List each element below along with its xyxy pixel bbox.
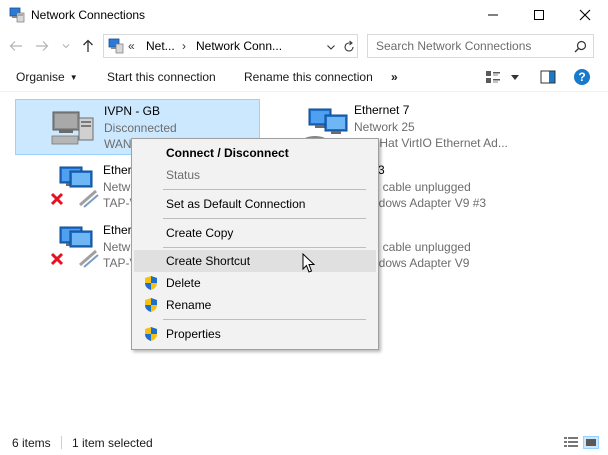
disconnected-error-icon — [50, 252, 64, 266]
breadcrumb-item[interactable]: Net... — [146, 39, 175, 53]
status-bar: 6 items 1 item selected — [0, 430, 608, 455]
menu-item-set-default[interactable]: Set as Default Connection — [134, 193, 376, 215]
connection-name: Ether — [103, 223, 132, 237]
close-button[interactable] — [562, 0, 608, 30]
minimize-button[interactable] — [470, 0, 516, 30]
disconnected-error-icon — [50, 192, 64, 206]
connection-status: Netw — [103, 240, 131, 254]
preview-pane-icon[interactable] — [540, 70, 556, 84]
start-connection-button[interactable]: Start this connection — [107, 70, 216, 84]
search-input[interactable]: Search Network Connections — [367, 34, 594, 58]
address-bar[interactable]: « Net... › Network Conn... — [103, 34, 358, 58]
menu-item-label: Set as Default Connection — [166, 197, 306, 211]
menu-item-status[interactable]: Status — [134, 164, 376, 186]
menu-item-label: Delete — [166, 276, 201, 290]
minimize-icon — [488, 14, 498, 16]
menu-item-create-copy[interactable]: Create Copy — [134, 222, 376, 244]
chevron-down-icon — [62, 44, 70, 49]
menu-separator — [163, 189, 366, 190]
menu-item-label: Create Copy — [166, 226, 234, 240]
recent-locations-button[interactable] — [58, 38, 74, 54]
item-count: 6 items — [12, 436, 51, 450]
menu-item-label: Status — [166, 168, 201, 182]
menu-item-connect-disconnect[interactable]: Connect / Disconnect — [134, 142, 376, 164]
up-button[interactable] — [80, 38, 96, 54]
tiles-view-icon[interactable] — [583, 436, 599, 449]
maximize-icon — [534, 10, 544, 20]
maximize-button[interactable] — [516, 0, 562, 30]
arrow-right-icon — [36, 41, 49, 51]
menu-separator — [163, 218, 366, 219]
more-commands-button[interactable]: » — [391, 70, 398, 84]
navigation-bar: « Net... › Network Conn... Search Networ… — [0, 30, 608, 62]
chevron-down-icon: ▼ — [69, 73, 78, 82]
uac-shield-icon — [145, 298, 157, 312]
vpn-connection-icon — [51, 111, 94, 145]
menu-item-delete[interactable]: Delete — [134, 272, 376, 294]
network-connections-icon — [9, 7, 25, 23]
status-divider — [61, 436, 62, 449]
selection-count: 1 item selected — [72, 436, 153, 450]
connection-name: Ethernet 7 — [354, 103, 410, 117]
breadcrumb-overflow[interactable]: « — [128, 39, 135, 53]
menu-item-rename[interactable]: Rename — [134, 294, 376, 316]
connection-status: Disconnected — [104, 121, 177, 135]
chevron-down-icon[interactable] — [511, 75, 519, 80]
context-menu: Connect / Disconnect Status Set as Defau… — [131, 138, 379, 350]
connection-device: WAN — [104, 137, 132, 151]
back-button[interactable] — [8, 38, 24, 54]
window-title: Network Connections — [31, 8, 146, 22]
details-view-icon[interactable] — [563, 436, 579, 449]
rename-connection-button[interactable]: Rename this connection — [244, 70, 373, 84]
arrow-up-icon — [83, 39, 93, 52]
close-icon — [579, 9, 591, 21]
help-icon[interactable]: ? — [574, 69, 590, 85]
search-placeholder: Search Network Connections — [376, 39, 532, 53]
search-icon — [574, 40, 587, 53]
menu-item-label: Create Shortcut — [166, 254, 251, 268]
breadcrumb-separator[interactable]: › — [182, 39, 186, 53]
uac-shield-icon — [145, 327, 157, 341]
menu-item-properties[interactable]: Properties — [134, 323, 376, 345]
menu-separator — [163, 319, 366, 320]
menu-separator — [163, 247, 366, 248]
connection-name: IVPN - GB — [104, 104, 161, 118]
menu-item-label: Rename — [166, 298, 212, 312]
menu-item-create-shortcut[interactable]: Create Shortcut — [134, 250, 376, 272]
mouse-cursor-icon — [302, 253, 316, 273]
connection-status: Netw — [103, 180, 131, 194]
uac-shield-icon — [145, 276, 157, 290]
change-view-icon[interactable] — [485, 70, 501, 84]
menu-item-label: Connect / Disconnect — [166, 146, 289, 160]
organise-label: Organise — [16, 70, 65, 84]
arrow-left-icon — [9, 41, 22, 51]
connection-status: Network 25 — [354, 120, 415, 134]
connection-name: Ether — [103, 163, 132, 177]
forward-button[interactable] — [34, 38, 50, 54]
command-bar: Organise ▼ Start this connection Rename t… — [0, 62, 608, 92]
menu-item-label: Properties — [166, 327, 221, 341]
chevron-down-icon[interactable] — [325, 41, 337, 53]
network-connections-icon — [108, 38, 124, 54]
breadcrumb-item[interactable]: Network Conn... — [196, 39, 282, 53]
refresh-icon[interactable] — [342, 40, 356, 54]
title-bar: Network Connections — [0, 0, 608, 30]
organise-button[interactable]: Organise ▼ — [16, 70, 78, 84]
